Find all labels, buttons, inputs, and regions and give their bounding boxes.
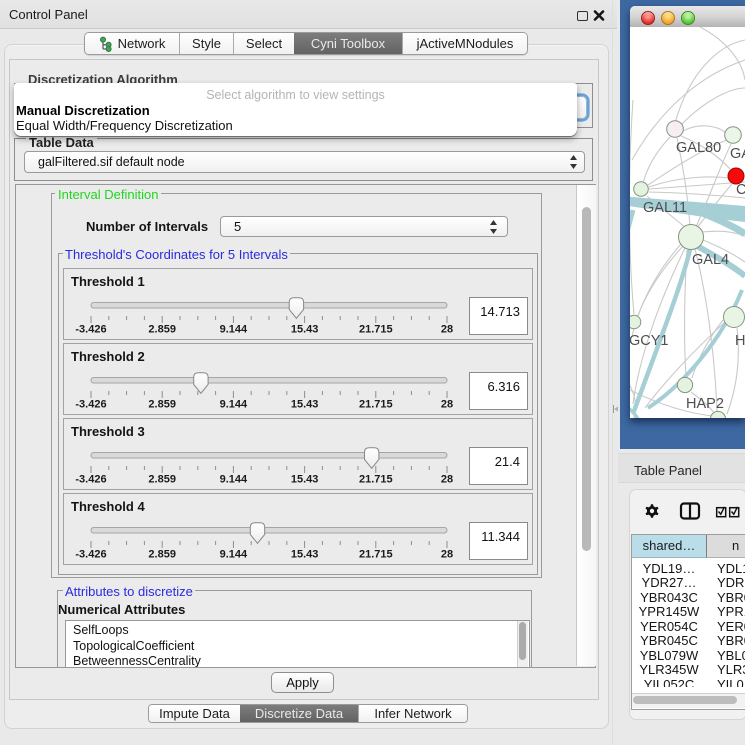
svg-text:15.43: 15.43 xyxy=(291,324,319,336)
svg-text:-3.426: -3.426 xyxy=(75,399,106,411)
svg-text:9.144: 9.144 xyxy=(220,549,248,561)
svg-text:GAL11: GAL11 xyxy=(643,200,687,216)
svg-text:H: H xyxy=(735,333,745,349)
svg-text:2.859: 2.859 xyxy=(148,399,176,411)
svg-text:9.144: 9.144 xyxy=(220,474,248,486)
svg-text:15.43: 15.43 xyxy=(291,549,319,561)
svg-text:28: 28 xyxy=(441,474,453,486)
svg-text:15.43: 15.43 xyxy=(291,474,319,486)
svg-text:9.144: 9.144 xyxy=(220,399,248,411)
svg-text:GA: GA xyxy=(730,146,745,162)
svg-text:GAL4: GAL4 xyxy=(692,252,729,268)
svg-text:Threshold 2: Threshold 2 xyxy=(71,349,145,364)
svg-text:2.859: 2.859 xyxy=(148,474,176,486)
svg-text:Threshold 4: Threshold 4 xyxy=(71,499,145,514)
svg-text:21.715: 21.715 xyxy=(359,324,393,336)
svg-text:GCY1: GCY1 xyxy=(630,333,669,349)
svg-text:Threshold 1: Threshold 1 xyxy=(71,274,145,289)
svg-text:2.859: 2.859 xyxy=(148,549,176,561)
svg-text:2.859: 2.859 xyxy=(148,324,176,336)
svg-text:28: 28 xyxy=(441,549,453,561)
svg-text:21.715: 21.715 xyxy=(359,549,393,561)
svg-text:-3.426: -3.426 xyxy=(75,474,106,486)
svg-text:28: 28 xyxy=(441,324,453,336)
svg-text:15.43: 15.43 xyxy=(291,399,319,411)
svg-text:Threshold 3: Threshold 3 xyxy=(71,424,145,439)
svg-text:28: 28 xyxy=(441,399,453,411)
svg-text:21.715: 21.715 xyxy=(359,399,393,411)
svg-text:GAL80: GAL80 xyxy=(676,140,721,156)
svg-text:-3.426: -3.426 xyxy=(75,549,106,561)
svg-text:21.715: 21.715 xyxy=(359,474,393,486)
svg-text:9.144: 9.144 xyxy=(220,324,248,336)
svg-text:-3.426: -3.426 xyxy=(75,324,106,336)
svg-text:C: C xyxy=(736,182,745,198)
svg-text:HAP2: HAP2 xyxy=(686,396,724,412)
